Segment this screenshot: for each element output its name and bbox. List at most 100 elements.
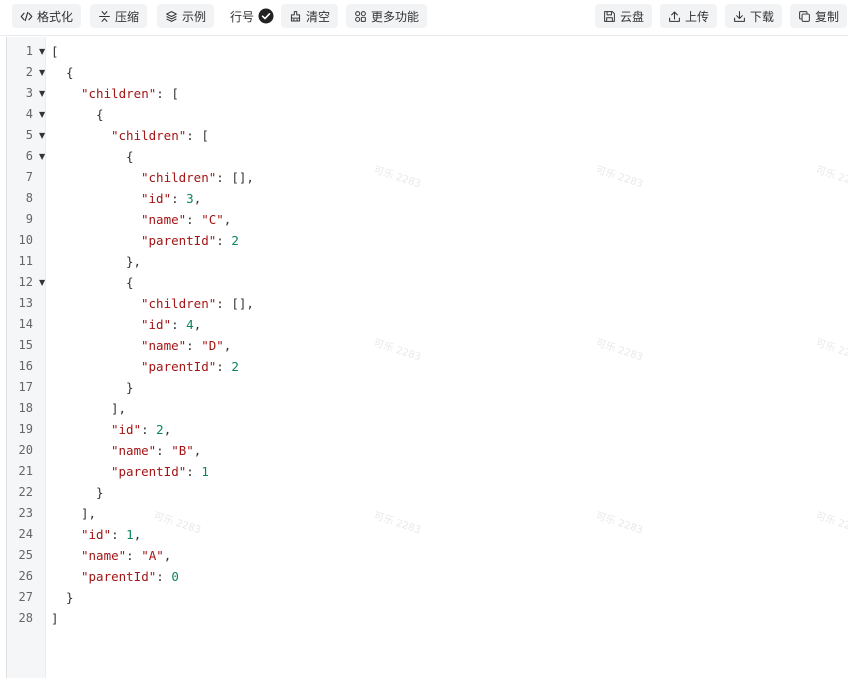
- json-punctuation: :: [156, 443, 172, 458]
- code-line: "id": 3,: [51, 188, 848, 209]
- line-number: 7: [25, 170, 33, 184]
- line-numbers-toggle[interactable]: 行号: [222, 4, 282, 28]
- json-punctuation: ,: [193, 191, 202, 206]
- line-number: 25: [18, 548, 33, 562]
- json-punctuation: ,: [223, 338, 232, 353]
- code-line: "id": 1,: [51, 524, 848, 545]
- code-line: "parentId": 2: [51, 230, 848, 251]
- json-key: "id": [81, 527, 112, 542]
- json-editor[interactable]: 1 ▼ 2 ▼ 3 ▼ 4 ▼ 5 ▼ 6 ▼ 7 8 9 10 11 12 ▼ 13 14 15 16 17 18 19 20 21…: [6, 37, 848, 678]
- code-area[interactable]: [{"children": [{"children": [{"children"…: [47, 37, 848, 678]
- apps-icon: [355, 10, 366, 22]
- json-number: 3: [186, 191, 194, 206]
- json-punctuation: :: [186, 338, 202, 353]
- json-string: "D": [201, 338, 224, 353]
- code-line: [: [51, 41, 848, 62]
- json-punctuation: :: [216, 359, 232, 374]
- json-punctuation: : [: [186, 128, 209, 143]
- compress-icon: [99, 10, 110, 22]
- fold-toggle-icon[interactable]: ▼: [39, 83, 45, 104]
- line-number: 28: [18, 611, 33, 625]
- line-number: 9: [25, 212, 33, 226]
- code-line: "parentId": 0: [51, 566, 848, 587]
- json-punctuation: :: [171, 317, 187, 332]
- line-number: 1: [25, 44, 33, 58]
- json-key: "parentId": [81, 569, 157, 584]
- json-key: "parentId": [141, 233, 217, 248]
- json-punctuation: ,: [193, 317, 202, 332]
- json-punctuation: : [],: [216, 170, 254, 185]
- compress-label: 压缩: [115, 9, 140, 24]
- code-line: "name": "B",: [51, 440, 848, 461]
- json-punctuation: {: [126, 149, 134, 164]
- json-key: "name": [141, 212, 187, 227]
- line-number: 23: [18, 506, 33, 520]
- fold-toggle-icon[interactable]: ▼: [39, 272, 45, 293]
- json-punctuation: }: [126, 380, 134, 395]
- code-line: ],: [51, 398, 848, 419]
- clear-label: 清空: [306, 9, 331, 24]
- fold-toggle-icon[interactable]: ▼: [39, 146, 45, 167]
- json-punctuation: ],: [81, 506, 97, 521]
- json-key: "children": [141, 170, 217, 185]
- json-key: "parentId": [141, 359, 217, 374]
- fold-toggle-icon[interactable]: ▼: [39, 104, 45, 125]
- json-punctuation: ,: [163, 422, 172, 437]
- json-punctuation: ,: [163, 548, 172, 563]
- code-line: "name": "D",: [51, 335, 848, 356]
- json-punctuation: : [],: [216, 296, 254, 311]
- code-line: "children": [: [51, 125, 848, 146]
- line-number: 8: [25, 191, 33, 205]
- clear-button[interactable]: 清空: [281, 4, 339, 28]
- copy-icon: [799, 10, 810, 22]
- json-string: "B": [171, 443, 194, 458]
- more-features-button[interactable]: 更多功能: [346, 4, 428, 28]
- json-key: "name": [111, 443, 157, 458]
- json-number: 1: [201, 464, 209, 479]
- line-number: 16: [18, 359, 33, 373]
- compress-button[interactable]: 压缩: [90, 4, 148, 28]
- json-number: 2: [231, 233, 239, 248]
- line-number: 4: [25, 107, 33, 121]
- json-number: 1: [126, 527, 134, 542]
- line-number: 21: [18, 464, 33, 478]
- line-number: 2: [25, 65, 33, 79]
- line-number-gutter: 1 ▼ 2 ▼ 3 ▼ 4 ▼ 5 ▼ 6 ▼ 7 8 9 10 11 12 ▼ 13 14 15 16 17 18 19 20 21…: [7, 37, 46, 678]
- upload-button[interactable]: 上传: [660, 4, 718, 28]
- json-key: "name": [141, 338, 187, 353]
- line-number: 12: [18, 275, 33, 289]
- json-punctuation: :: [126, 548, 142, 563]
- format-button[interactable]: 格式化: [12, 4, 82, 28]
- code-line: },: [51, 251, 848, 272]
- example-button[interactable]: 示例: [157, 4, 215, 28]
- json-punctuation: }: [96, 485, 104, 500]
- copy-button[interactable]: 复制: [790, 4, 848, 28]
- json-punctuation: },: [126, 254, 142, 269]
- line-number: 20: [18, 443, 33, 457]
- line-number: 5: [25, 128, 33, 142]
- json-punctuation: :: [156, 569, 172, 584]
- json-punctuation: ,: [223, 212, 232, 227]
- json-punctuation: :: [186, 464, 202, 479]
- example-label: 示例: [182, 9, 207, 24]
- json-key: "name": [81, 548, 127, 563]
- code-line: "id": 4,: [51, 314, 848, 335]
- json-punctuation: ,: [193, 443, 202, 458]
- fold-toggle-icon[interactable]: ▼: [39, 62, 45, 83]
- fold-toggle-icon[interactable]: ▼: [39, 125, 45, 146]
- cloud-button[interactable]: 云盘: [595, 4, 653, 28]
- code-line: ],: [51, 503, 848, 524]
- json-punctuation: ,: [133, 527, 142, 542]
- upload-label: 上传: [685, 9, 710, 24]
- code-line: }: [51, 482, 848, 503]
- json-punctuation: [: [51, 44, 59, 59]
- line-number: 19: [18, 422, 33, 436]
- download-button[interactable]: 下载: [725, 4, 783, 28]
- line-number: 14: [18, 317, 33, 331]
- line-number: 18: [18, 401, 33, 415]
- json-punctuation: {: [96, 107, 104, 122]
- code-line: }: [51, 587, 848, 608]
- fold-toggle-icon[interactable]: ▼: [39, 41, 45, 62]
- json-number: 0: [171, 569, 179, 584]
- code-line: "parentId": 1: [51, 461, 848, 482]
